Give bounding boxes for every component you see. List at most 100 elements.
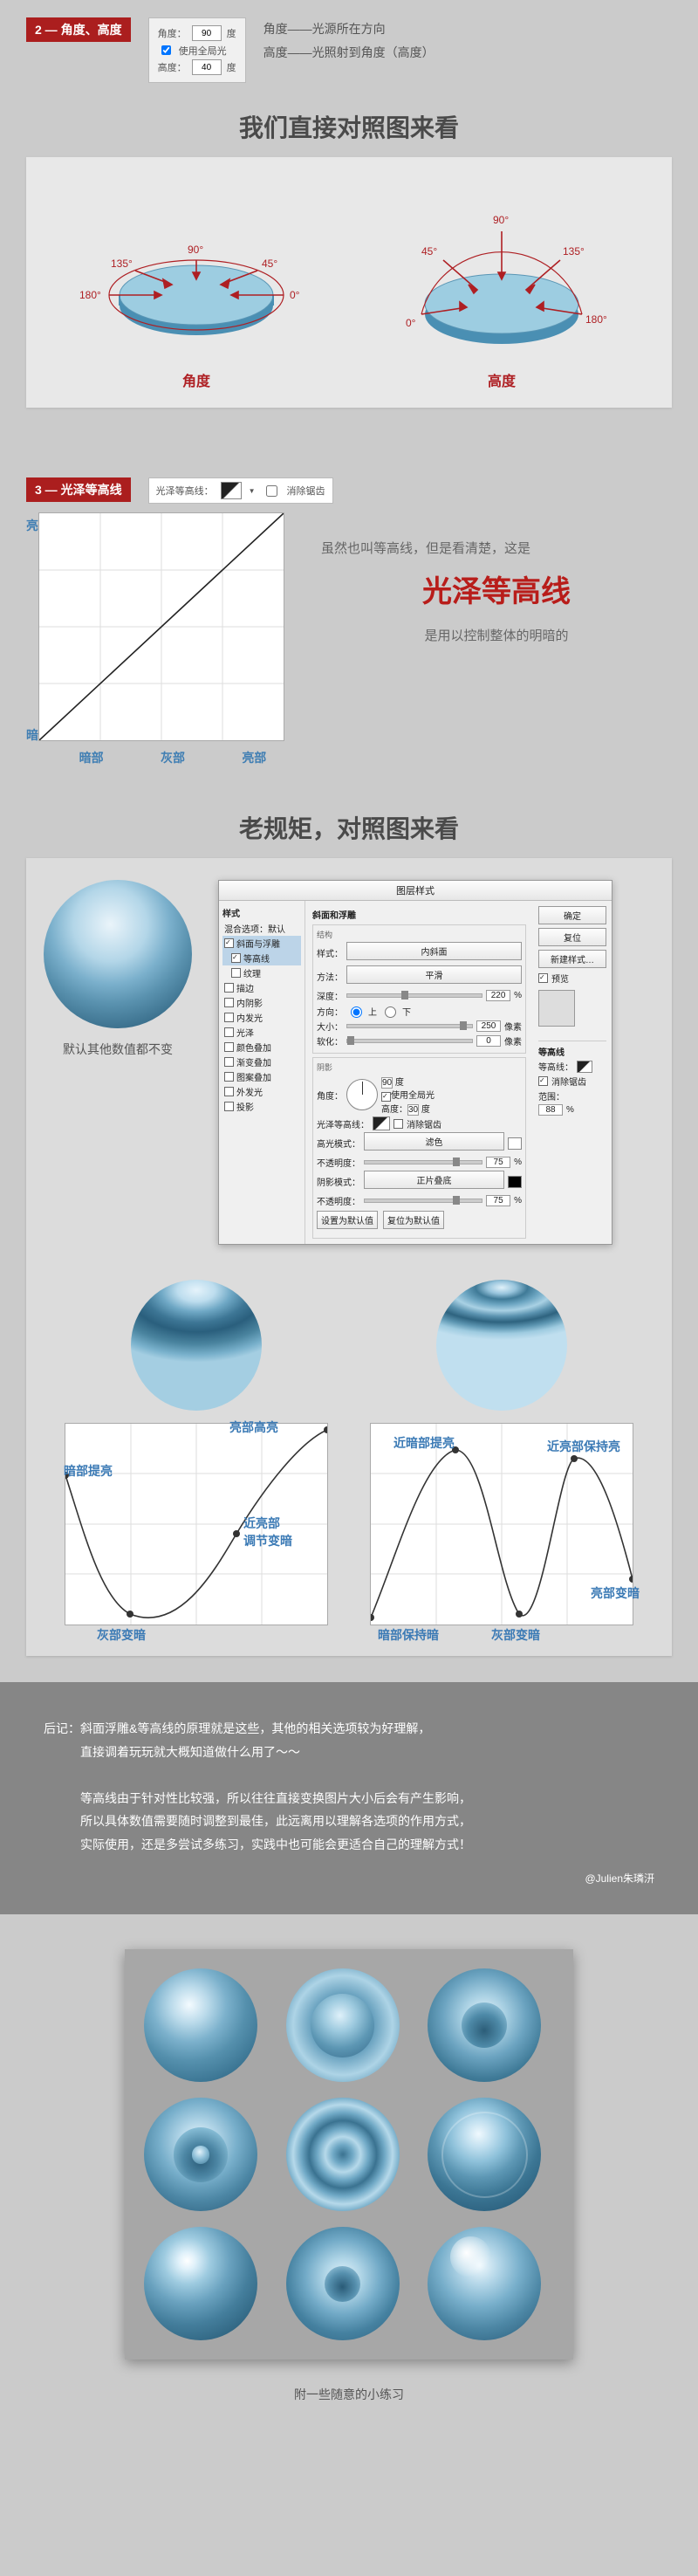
desc-altitude: 高度——光照射到角度（高度） bbox=[263, 41, 435, 65]
amark-180: 180° bbox=[585, 313, 607, 326]
ps-soft-slider[interactable] bbox=[346, 1039, 473, 1043]
dome-3 bbox=[428, 1968, 541, 2082]
ps-soft-input[interactable]: 0 bbox=[476, 1035, 501, 1047]
ps-ok-button[interactable]: 确定 bbox=[538, 906, 606, 924]
annot-l0: 暗部提亮 bbox=[64, 1462, 113, 1480]
mark-0: 0° bbox=[290, 289, 300, 301]
ps-alt-input[interactable]: 30 bbox=[407, 1104, 419, 1116]
aw-l3: 等高线由于针对性比较强，所以往往直接变换图片大小后会有产生影响， bbox=[44, 1787, 654, 1810]
ps-struct-label: 结构 bbox=[317, 929, 522, 940]
ps-hlcolor[interactable] bbox=[508, 1137, 522, 1150]
ps-list-item[interactable]: 斜面与浮雕 bbox=[222, 936, 301, 951]
altitude-disc-label: 高度 bbox=[380, 369, 624, 390]
section2-title: 我们直接对照图来看 bbox=[0, 92, 698, 157]
ps-hlmode[interactable]: 滤色 bbox=[364, 1132, 504, 1151]
dome-2 bbox=[286, 1968, 400, 2082]
contour-graph bbox=[38, 512, 284, 741]
annot-r0: 暗部保持暗 bbox=[378, 1626, 439, 1644]
ps-contour-thumb[interactable] bbox=[373, 1116, 390, 1130]
ps-reset-default[interactable]: 复位为默认值 bbox=[383, 1211, 444, 1229]
ps-size-input[interactable]: 250 bbox=[476, 1020, 501, 1032]
ps-style-select[interactable]: 内斜面 bbox=[346, 942, 522, 960]
aw-l4: 所以具体数值需要随时调整到最佳，此远离用以理解各选项的作用方式， bbox=[44, 1810, 654, 1833]
mark-135: 135° bbox=[111, 258, 133, 270]
ps-list-item[interactable]: 混合选项：默认 bbox=[222, 921, 301, 936]
dome-8 bbox=[286, 2227, 400, 2340]
ps-shop-slider[interactable] bbox=[364, 1199, 482, 1203]
ps-list-item[interactable]: 内发光 bbox=[222, 1010, 301, 1025]
mark-90: 90° bbox=[188, 244, 203, 256]
ps-shmode[interactable]: 正片叠底 bbox=[364, 1171, 504, 1189]
ps-size-slider[interactable] bbox=[346, 1024, 473, 1028]
axis-h-0: 暗部 bbox=[79, 749, 104, 766]
angle-input[interactable] bbox=[192, 25, 222, 41]
section3-badge: 3 — 光泽等高线 bbox=[26, 477, 131, 502]
sphere-w-shape bbox=[436, 1280, 567, 1411]
ps-list-item[interactable]: 光泽 bbox=[222, 1025, 301, 1040]
angle-disc-label: 角度 bbox=[74, 369, 318, 390]
ps-shcolor[interactable] bbox=[508, 1176, 522, 1188]
amark-0: 0° bbox=[406, 317, 416, 329]
ps-list-item[interactable]: 等高线 bbox=[222, 951, 301, 965]
contour-explain: 虽然也叫等高线，但是看清楚，这是 光泽等高线 是用以控制整体的明暗的 bbox=[321, 512, 672, 644]
annot-r4: 亮部变暗 bbox=[591, 1584, 640, 1602]
aw-l2: 直接调着玩玩就大概知道做什么用了～～ bbox=[44, 1741, 654, 1764]
altitude-input[interactable] bbox=[192, 59, 222, 75]
ps-list-item[interactable]: 颜色叠加 bbox=[222, 1040, 301, 1054]
ps-list-item[interactable]: 渐变叠加 bbox=[222, 1054, 301, 1069]
gloss-contour-panel: 光泽等高线： ▼ 消除锯齿 bbox=[148, 477, 333, 504]
ps-list-item[interactable]: 描边 bbox=[222, 980, 301, 995]
ps-list-item[interactable]: 纹理 bbox=[222, 965, 301, 980]
contour-t1: 虽然也叫等高线，但是看清楚，这是 bbox=[321, 539, 672, 557]
ps-c3-range[interactable]: 88 bbox=[538, 1104, 563, 1116]
ps-list-item[interactable]: 投影 bbox=[222, 1099, 301, 1114]
curve-right: 暗部保持暗 近暗部提亮 灰部变暗 近亮部保持亮 亮部变暗 bbox=[362, 1280, 641, 1625]
practice-grid bbox=[125, 1949, 573, 2360]
amark-45: 45° bbox=[421, 245, 437, 258]
curve-graph-left: 暗部提亮 灰部变暗 近亮部 调节变暗 亮部高亮 bbox=[65, 1423, 328, 1625]
dome-9 bbox=[428, 2227, 541, 2340]
ps-list-item[interactable]: 外发光 bbox=[222, 1084, 301, 1099]
default-sphere bbox=[44, 880, 192, 1028]
curve-left: 暗部提亮 灰部变暗 近亮部 调节变暗 亮部高亮 bbox=[57, 1280, 336, 1625]
contour-graph-area: 亮 暗 暗部 灰部 亮部 虽然也叫等高线，但是看清楚，这是 光泽等高线 是用以控… bbox=[0, 512, 698, 766]
section2-badge: 2 — 角度、高度 bbox=[26, 17, 131, 42]
ps-depth-slider[interactable] bbox=[346, 993, 482, 998]
contour-thumb-icon[interactable] bbox=[221, 482, 242, 499]
altitude-disc: 0° 45° 90° 135° 180° 高度 bbox=[380, 183, 624, 390]
ps-shop-input[interactable]: 75 bbox=[486, 1195, 510, 1206]
ps-angle-wheel[interactable] bbox=[346, 1079, 378, 1110]
antialias-checkbox[interactable] bbox=[266, 485, 277, 497]
practice-caption: 附一些随意的小练习 bbox=[0, 2386, 698, 2403]
axis-horizontal: 暗部 灰部 亮部 bbox=[51, 749, 295, 766]
ps-hlop-input[interactable]: 75 bbox=[486, 1157, 510, 1168]
ps-hlop-slider[interactable] bbox=[364, 1160, 482, 1164]
curve-graph-right: 暗部保持暗 近暗部提亮 灰部变暗 近亮部保持亮 亮部变暗 bbox=[370, 1423, 633, 1625]
ps-close-button[interactable]: 复位 bbox=[538, 928, 606, 946]
angle-label: 角度： bbox=[158, 26, 187, 40]
ps-dir-down[interactable] bbox=[385, 1006, 396, 1018]
ps-dir-up[interactable] bbox=[351, 1006, 362, 1018]
dome-6 bbox=[428, 2098, 541, 2211]
section3-header: 3 — 光泽等高线 光泽等高线： ▼ 消除锯齿 bbox=[0, 460, 698, 512]
ps-list-header: 样式 bbox=[222, 904, 301, 921]
ps-new-button[interactable]: 新建样式… bbox=[538, 950, 606, 968]
contour-emphasis: 光泽等高线 bbox=[321, 567, 672, 610]
ps-preview-chk[interactable]: 预览 bbox=[551, 972, 569, 985]
annot-l2: 近亮部 调节变暗 bbox=[243, 1515, 292, 1549]
sphere-u-shape bbox=[131, 1280, 262, 1411]
ps-set-default[interactable]: 设置为默认值 bbox=[317, 1211, 378, 1229]
angle-altitude-diagram: 0° 45° 90° 135° 180° 角度 bbox=[26, 157, 672, 408]
global-light-checkbox[interactable] bbox=[161, 45, 171, 55]
default-note: 默认其他数值都不变 bbox=[44, 1041, 192, 1058]
amark-90: 90° bbox=[493, 214, 509, 226]
ps-method-select[interactable]: 平滑 bbox=[346, 965, 522, 984]
ps-c3-thumb[interactable] bbox=[577, 1061, 592, 1073]
gloss-contour-label: 光泽等高线： bbox=[156, 484, 214, 498]
ps-list-item[interactable]: 内阴影 bbox=[222, 995, 301, 1010]
mark-180: 180° bbox=[79, 289, 101, 301]
ps-list-item[interactable]: 图案叠加 bbox=[222, 1069, 301, 1084]
annot-r2: 灰部变暗 bbox=[491, 1626, 540, 1644]
ps-depth-input[interactable]: 220 bbox=[486, 990, 510, 1001]
ps-section-title: 斜面和浮雕 bbox=[312, 906, 526, 924]
